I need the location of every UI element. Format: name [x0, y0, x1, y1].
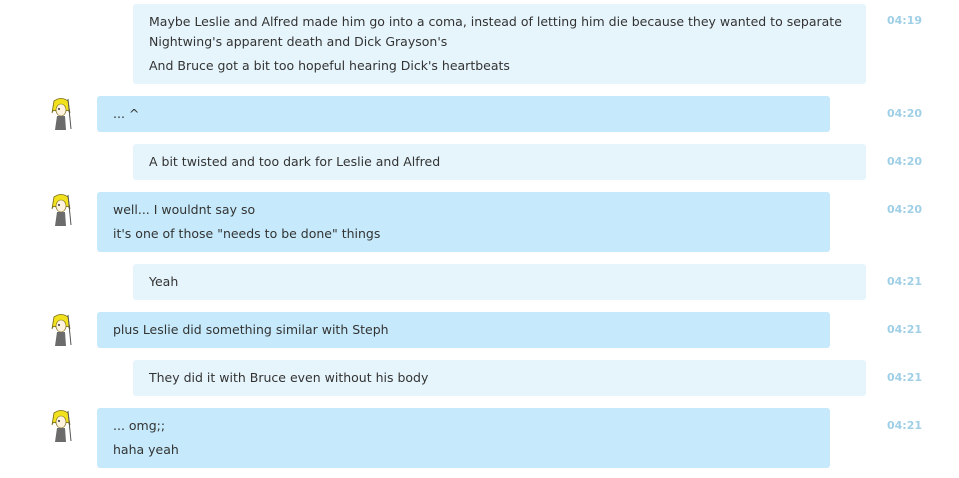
message-text: They did it with Bruce even without his …	[149, 370, 429, 385]
message-text: Nightwing's apparent death and Dick Gray…	[149, 34, 448, 49]
anime-character-avatar-icon[interactable]	[48, 409, 74, 443]
message-text: Yeah	[149, 274, 179, 289]
anime-character-avatar-icon[interactable]	[48, 193, 74, 227]
message-timestamp: 04:20	[887, 155, 923, 168]
chat-message-incoming[interactable]: ... ^	[97, 96, 830, 132]
chat-message-outgoing[interactable]: Maybe Leslie and Alfred made him go into…	[133, 4, 866, 84]
chat-message-outgoing[interactable]: A bit twisted and too dark for Leslie an…	[133, 144, 866, 180]
message-text: plus Leslie did something similar with S…	[113, 322, 389, 337]
chat-message-outgoing[interactable]: They did it with Bruce even without his …	[133, 360, 866, 396]
message-text: ... ^	[113, 106, 140, 121]
message-text: haha yeah	[113, 442, 179, 457]
message-timestamp: 04:21	[887, 371, 923, 384]
message-timestamp: 04:21	[887, 275, 923, 288]
message-text: And Bruce got a bit too hopeful hearing …	[149, 58, 510, 73]
message-text: ... omg;;	[113, 418, 166, 433]
message-text: Maybe Leslie and Alfred made him go into…	[149, 14, 842, 29]
message-timestamp: 04:21	[887, 419, 923, 432]
message-text: A bit twisted and too dark for Leslie an…	[149, 154, 441, 169]
chat-message-incoming[interactable]: plus Leslie did something similar with S…	[97, 312, 830, 348]
anime-character-avatar-icon[interactable]	[48, 313, 74, 347]
chat-message-outgoing[interactable]: Yeah	[133, 264, 866, 300]
message-timestamp: 04:20	[887, 107, 923, 120]
anime-character-avatar-icon[interactable]	[48, 97, 74, 131]
message-timestamp: 04:20	[887, 203, 923, 216]
chat-message-incoming[interactable]: well... I wouldnt say so it's one of tho…	[97, 192, 830, 252]
message-timestamp: 04:21	[887, 323, 923, 336]
message-text: it's one of those "needs to be done" thi…	[113, 226, 381, 241]
chat-message-incoming[interactable]: ... omg;; haha yeah	[97, 408, 830, 468]
message-timestamp: 04:19	[887, 14, 923, 27]
message-text: well... I wouldnt say so	[113, 202, 256, 217]
